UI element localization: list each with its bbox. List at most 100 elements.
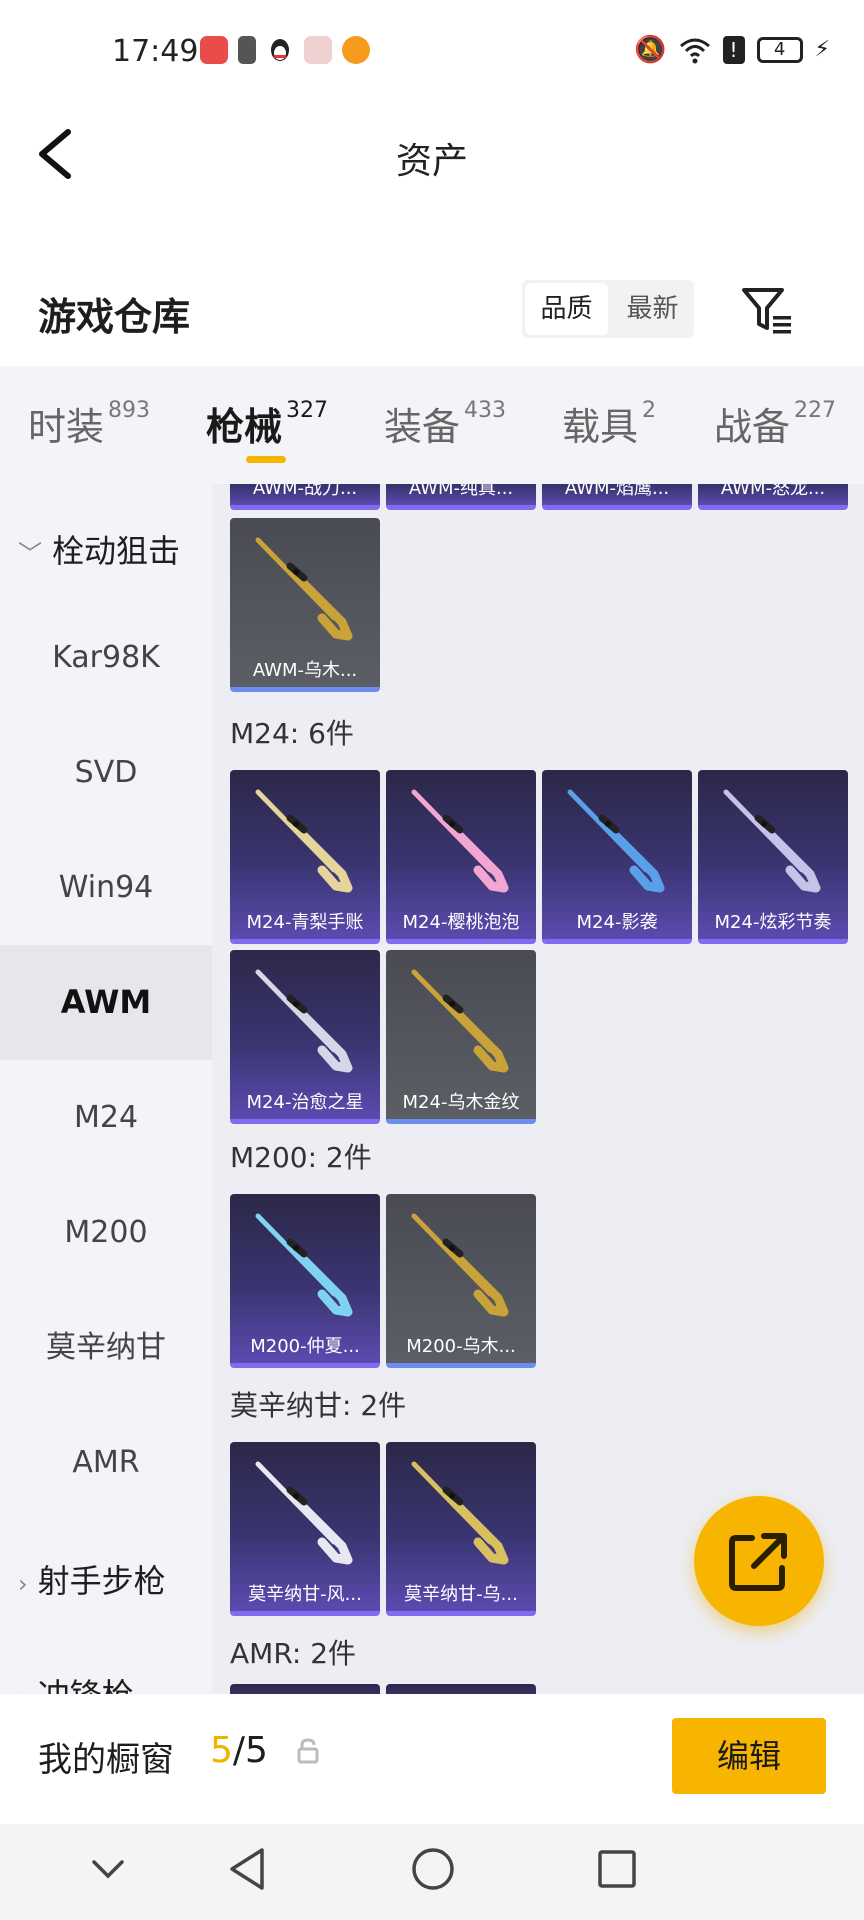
- alert-icon: !: [722, 36, 745, 64]
- weapon-card[interactable]: [386, 1684, 536, 1694]
- tab-label: 枪械: [206, 405, 283, 449]
- sidebar-item-m24[interactable]: M24: [0, 1060, 212, 1175]
- weapon-card-label: AWM-乌木...: [252, 660, 358, 681]
- lock-icon: [297, 1738, 319, 1764]
- back-triangle-icon[interactable]: [226, 1846, 268, 1892]
- showcase-bar: 我的橱窗 5/5 编辑: [0, 1694, 864, 1824]
- rifle-icon: [411, 789, 509, 893]
- sidebar-item-mosin[interactable]: 莫辛纳甘: [0, 1290, 212, 1405]
- weapon-card[interactable]: AWM-焰鹰...: [542, 484, 692, 510]
- chevron-down-icon: ﹀: [18, 540, 42, 568]
- share-fab-button[interactable]: [694, 1496, 824, 1626]
- share-export-icon: [729, 1533, 787, 1591]
- gift-app-icon: [304, 36, 332, 64]
- sort-quality-button[interactable]: 品质: [525, 283, 608, 335]
- weapon-card[interactable]: M24-影袭: [542, 770, 692, 944]
- weapon-card[interactable]: M24-樱桃泡泡: [386, 770, 536, 944]
- tab-label: 装备: [384, 405, 461, 449]
- rifle-icon: [255, 969, 353, 1073]
- showcase-count-total: /5: [232, 1730, 268, 1771]
- weapon-card[interactable]: 莫辛纳甘-乌...: [386, 1442, 536, 1616]
- sidebar-item-amr[interactable]: AMR: [0, 1405, 212, 1520]
- system-navigation-bar: [0, 1824, 864, 1920]
- tab-vehicles[interactable]: 载具 2: [562, 396, 656, 451]
- showcase-count-current: 5: [210, 1730, 233, 1771]
- sidebar-item-svd[interactable]: SVD: [0, 715, 212, 830]
- weapon-card-label: M24-樱桃泡泡: [402, 912, 520, 933]
- tab-supplies[interactable]: 战备 227: [714, 396, 836, 451]
- home-circle-icon[interactable]: [410, 1846, 456, 1892]
- tab-label: 时装: [28, 405, 105, 449]
- weapon-card[interactable]: M24-青梨手账: [230, 770, 380, 944]
- weapon-card-label: M24-影袭: [576, 912, 658, 933]
- sidebar-group-label: 栓动狙击: [52, 532, 181, 570]
- sort-newest-button[interactable]: 最新: [611, 280, 694, 338]
- weapon-card-label: AWM-怒龙...: [720, 484, 826, 499]
- weapon-card-label: M200-仲夏...: [250, 1336, 360, 1357]
- rifle-icon: [411, 1461, 509, 1565]
- nav-header: 资产: [0, 104, 864, 204]
- rifle-icon: [411, 1213, 509, 1317]
- showcase-count: 5/5: [210, 1730, 268, 1771]
- weapon-card[interactable]: AWM-战刀...: [230, 484, 380, 510]
- weapon-card[interactable]: AWM-乌木...: [230, 518, 380, 692]
- rifle-icon: [255, 537, 353, 641]
- weapon-card[interactable]: [230, 1684, 380, 1694]
- weapon-card[interactable]: M24-炫彩节奏: [698, 770, 848, 944]
- tab-count: 893: [108, 398, 151, 423]
- chevron-down-icon[interactable]: [90, 1858, 126, 1882]
- battery-icon: 4: [756, 37, 803, 63]
- weapon-card[interactable]: M200-乌木...: [386, 1194, 536, 1368]
- sort-toggle: 品质 最新: [522, 280, 694, 338]
- tab-count: 2: [642, 398, 657, 423]
- mute-icon: 🔕: [634, 35, 667, 65]
- filter-icon: [742, 288, 791, 334]
- sidebar-group-marksman[interactable]: › 射手步枪: [18, 1556, 166, 1602]
- section-header: 游戏仓库 品质 最新: [0, 270, 864, 360]
- group-label-amr: AMR: 2件: [230, 1637, 357, 1670]
- chevron-right-icon: ›: [18, 1570, 28, 1598]
- weapon-card[interactable]: M24-治愈之星: [230, 950, 380, 1124]
- section-title: 游戏仓库: [38, 295, 191, 339]
- weapon-card-label: M24-炫彩节奏: [714, 912, 832, 933]
- weapon-card[interactable]: AWM-怒龙...: [698, 484, 848, 510]
- recents-square-icon[interactable]: [596, 1848, 638, 1890]
- tab-label: 载具: [562, 405, 639, 449]
- showcase-label: 我的橱窗: [38, 1740, 174, 1780]
- sidebar-group-bolt-action[interactable]: ﹀ 栓动狙击: [18, 526, 180, 572]
- weapon-card[interactable]: M24-乌木金纹: [386, 950, 536, 1124]
- status-system-icons: 🔕 ! 4 ⚡: [634, 36, 830, 64]
- weapon-card-label: AWM-焰鹰...: [564, 484, 670, 499]
- group-label-m200: M200: 2件: [230, 1141, 372, 1174]
- tab-count: 327: [286, 398, 329, 423]
- rifle-icon: [411, 969, 509, 1073]
- sidebar-group-label: 冲锋枪: [38, 1676, 134, 1694]
- app-red-icon: [200, 36, 228, 64]
- weapon-type-sidebar: ﹀ 栓动狙击 Kar98K SVD Win94 AWM M24 M200 莫辛纳甘…: [0, 484, 212, 1694]
- tab-equipment[interactable]: 装备 433: [384, 396, 506, 451]
- sidebar-item-win94[interactable]: Win94: [0, 830, 212, 945]
- weapon-card[interactable]: 莫辛纳甘-风...: [230, 1442, 380, 1616]
- rifle-icon: [255, 1461, 353, 1565]
- tab-count: 433: [464, 398, 507, 423]
- sidebar-item-awm[interactable]: AWM: [0, 945, 212, 1060]
- weapon-card-label: 莫辛纳甘-风...: [248, 1584, 362, 1605]
- status-app-icons: [200, 36, 370, 64]
- page-title: 资产: [395, 141, 468, 182]
- battery-app-icon: [238, 36, 256, 64]
- edit-button[interactable]: 编辑: [672, 1718, 826, 1794]
- sidebar-item-kar98k[interactable]: Kar98K: [0, 600, 212, 715]
- filter-button[interactable]: [740, 286, 796, 336]
- weapon-card[interactable]: AWM-纯真...: [386, 484, 536, 510]
- fox-app-icon: [342, 36, 370, 64]
- weapon-card-label: 莫辛纳甘-乌...: [404, 1584, 518, 1605]
- weapon-card-label: M200-乌木...: [406, 1336, 516, 1357]
- sidebar-item-m200[interactable]: M200: [0, 1175, 212, 1290]
- weapon-card[interactable]: M200-仲夏...: [230, 1194, 380, 1368]
- sidebar-group-smg[interactable]: › 冲锋枪: [18, 1670, 134, 1694]
- tab-firearms[interactable]: 枪械 327: [206, 396, 328, 451]
- weapon-card-label: M24-乌木金纹: [402, 1092, 520, 1113]
- status-bar: 17:49 🔕 ! 4 ⚡: [0, 0, 864, 104]
- tab-fashion[interactable]: 时装 893: [28, 396, 150, 451]
- weapon-card-label: AWM-纯真...: [408, 484, 514, 499]
